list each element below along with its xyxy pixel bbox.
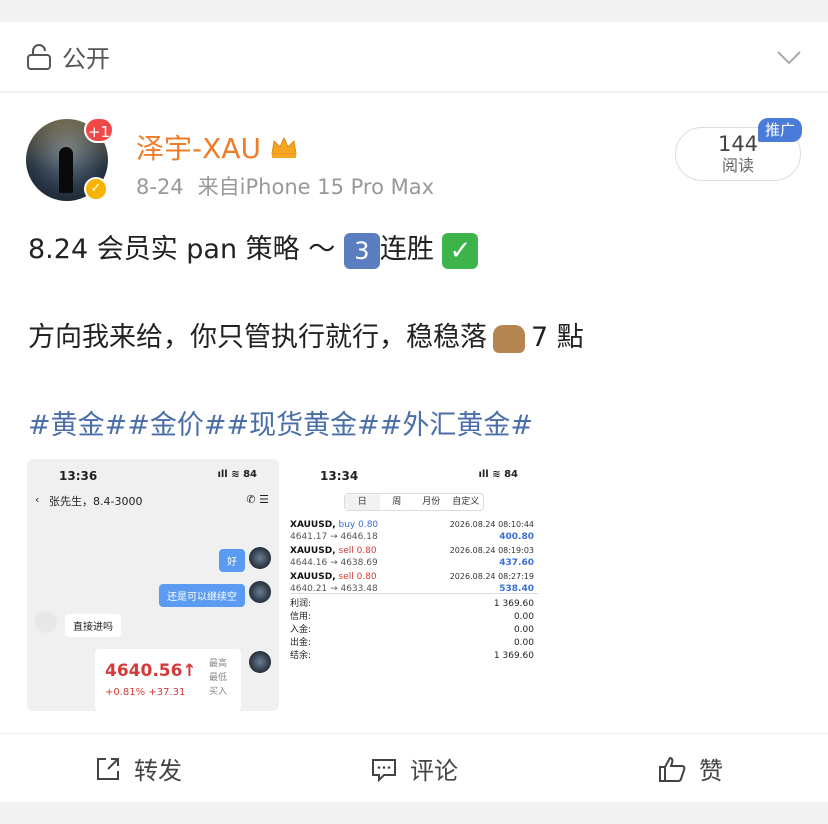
gold-quote-card: 4640.56↑ +0.81% +37.31 最高 最低 买入: [95, 649, 241, 711]
post-hashtags[interactable]: #黄金##金价##现货黄金##外汇黄金#: [28, 403, 533, 442]
visibility-label: 公开: [62, 45, 110, 73]
signal-wifi-battery-icon: ıll ≋ 84: [217, 469, 257, 480]
period-tabs: 日 周 月份 自定义: [344, 493, 484, 511]
read-label: 阅读: [721, 156, 754, 175]
image-chat-screenshot[interactable]: 13:36 ıll ≋ 84 ‹ 张先生，8.4-3000 ✆ ☰ 好 还是可以…: [27, 459, 279, 711]
trade-row: XAUUSD, sell 0.80 4644.16 → 4638.69 2026…: [290, 546, 534, 568]
verified-icon: ✓: [84, 177, 108, 201]
chat-bubble-direct: 直接进吗: [65, 614, 121, 637]
image-trade-history[interactable]: 13:34 ıll ≋ 84 日 周 月份 自定义 XAUUSD, buy 0.…: [288, 459, 540, 711]
gold-change: +0.81% +37.31: [105, 687, 186, 698]
unread-badge: +1: [84, 117, 114, 143]
chat-avatar-user: [35, 611, 57, 633]
phone-menu-icon: ✆ ☰: [246, 493, 269, 506]
status-bar: 13:34 ıll ≋ 84: [320, 469, 518, 483]
share-icon: [97, 757, 119, 780]
post-date: 8-24: [136, 175, 184, 199]
check-mark-icon: ✓: [442, 232, 479, 269]
post-source: 来自iPhone 15 Pro Max: [197, 175, 435, 199]
trade-row: XAUUSD, buy 0.80 4641.17 → 4646.18 2026.…: [290, 520, 534, 542]
post-card: +1 ✓ 泽宇-XAU 8-24 来自iPhone 15 Pro Max 144 …: [0, 93, 828, 802]
chat-bubble-good: 好: [219, 549, 245, 572]
lock-icon: [27, 43, 51, 70]
gold-price: 4640.56↑: [105, 661, 197, 681]
repost-button[interactable]: 转发: [0, 734, 276, 803]
chat-avatar: [249, 547, 271, 569]
keycap-3-icon: 3: [343, 232, 380, 269]
quote-side-labels: 最高 最低 买入: [209, 659, 228, 697]
back-icon: ‹: [35, 493, 40, 506]
action-bar: 转发 评论 赞: [0, 733, 828, 803]
visibility-bar[interactable]: 公开: [0, 22, 828, 92]
chat-title: 张先生，8.4-3000: [49, 495, 143, 508]
chat-avatar: [249, 651, 271, 673]
avatar[interactable]: +1 ✓: [26, 117, 114, 201]
like-button[interactable]: 赞: [552, 734, 828, 803]
chat-avatar: [249, 581, 271, 603]
chat-header: ‹ 张先生，8.4-3000 ✆ ☰: [27, 493, 279, 515]
author-name[interactable]: 泽宇-XAU: [136, 127, 299, 167]
chat-bubble-continue: 还是可以继续空: [159, 584, 245, 607]
comment-icon: [372, 758, 396, 782]
comment-button[interactable]: 评论: [276, 734, 552, 803]
top-spacer: [0, 0, 828, 22]
post-line-2: 方向我来给，你只管执行就行，稳稳落 7 點: [28, 322, 584, 353]
bottom-spacer: [0, 802, 828, 824]
post-meta: 8-24 来自iPhone 15 Pro Max: [136, 171, 448, 201]
account-summary: 利润: 1 369.60 信用: 0.00 入金: 0.00 出金: 0.00 结余: 1…: [290, 593, 538, 663]
post-line-1: 8.24 会员实 pan 策略 ～ 3 连胜 ✓: [28, 227, 479, 269]
thumbs-up-icon: [659, 756, 686, 782]
status-bar: 13:36 ıll ≋ 84: [59, 469, 257, 483]
promo-badge[interactable]: 推广: [758, 118, 802, 142]
trade-row: XAUUSD, sell 0.80 4640.21 → 4633.48 2026…: [290, 572, 534, 594]
chevron-down-icon[interactable]: [776, 44, 802, 70]
signal-wifi-battery-icon: ıll ≋ 84: [478, 469, 518, 480]
bag-icon: [493, 324, 525, 353]
crown-icon: [271, 136, 297, 158]
